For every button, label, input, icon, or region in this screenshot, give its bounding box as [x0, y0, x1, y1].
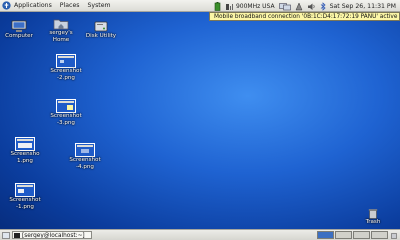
desktop-icon-computer[interactable]: Computer — [0, 20, 38, 40]
system-menu[interactable]: System — [87, 2, 110, 9]
network-manager-icon[interactable] — [278, 2, 291, 11]
network-tooltip: Mobile broadband connection '0B:1C:D4:17… — [209, 12, 400, 21]
image-thumbnail-icon — [75, 143, 95, 157]
image-thumbnail-icon — [15, 183, 35, 197]
network-label: 900MHz USA — [235, 2, 275, 10]
volume-icon[interactable] — [307, 2, 316, 11]
top-panel: Applications Places System 900MHz USA Sa… — [0, 0, 400, 12]
workspace-2[interactable] — [335, 231, 352, 239]
desktop-icon-label: Screenshot -1.png — [9, 197, 41, 210]
desktop-icon-trash[interactable]: Trash — [358, 208, 388, 226]
home-folder-icon — [53, 19, 69, 30]
bluetooth-icon[interactable] — [320, 1, 326, 11]
desktop-icon-screenshot-1[interactable]: Screenshot -1.png — [6, 183, 44, 210]
desktop-icon-home[interactable]: sergey's Home — [42, 17, 80, 43]
workspace-4[interactable] — [371, 231, 388, 239]
image-thumbnail-icon — [56, 54, 76, 68]
workspace-3[interactable] — [353, 231, 370, 239]
bottom-panel: [sergey@localhost:~] — [0, 229, 400, 240]
image-thumbnail-icon — [15, 137, 35, 151]
system-tray: 900MHz USA Sat Sep 26, 11:31 PM — [210, 0, 400, 12]
terminal-icon — [14, 233, 20, 238]
trash-icon — [368, 209, 378, 219]
desktop-icon-screenshot-3[interactable]: Screenshot -3.png — [47, 99, 85, 126]
desktop-icon-label: Screenshot -3.png — [50, 113, 82, 126]
mobile-broadband-icon[interactable] — [225, 2, 234, 11]
places-menu[interactable]: Places — [60, 2, 80, 9]
image-thumbnail-icon — [56, 99, 76, 113]
taskbar-terminal-button[interactable]: [sergey@localhost:~] — [12, 231, 92, 239]
applications-menu[interactable]: Applications — [14, 2, 52, 9]
trash-applet-icon[interactable] — [390, 232, 398, 239]
desktop-icon-label: Disk Utility — [85, 33, 117, 39]
show-desktop-icon[interactable] — [2, 231, 10, 239]
desktop-icon-screenshot-4[interactable]: Screenshot -4.png — [66, 143, 104, 170]
desktop-icon-screenshot-1-trunc[interactable]: Screensho 1.png — [6, 137, 44, 164]
desktop-icon-label: Screenshot -2.png — [50, 68, 82, 81]
desktop-icon-label: sergey's Home — [49, 30, 73, 43]
desktop-icon-screenshot-2[interactable]: Screenshot -2.png — [47, 54, 85, 81]
desktop-icon-disk-utility[interactable]: Disk Utility — [82, 20, 120, 40]
battery-icon[interactable] — [214, 1, 221, 11]
clock[interactable]: Sat Sep 26, 11:31 PM — [330, 3, 396, 10]
desktop-icon-label: Computer — [5, 33, 33, 39]
desktop-icon-label: Screensho 1.png — [10, 151, 40, 164]
desktop-icon-label: Screenshot -4.png — [69, 157, 101, 170]
disk-utility-icon — [94, 21, 108, 32]
fedora-logo-icon[interactable] — [2, 1, 11, 10]
wireless-signal-icon[interactable] — [295, 1, 303, 11]
workspace-1[interactable] — [317, 231, 334, 239]
taskbar-terminal-label: [sergey@localhost:~] — [22, 233, 85, 239]
computer-icon — [11, 20, 27, 32]
desktop-icon-label: Trash — [365, 219, 381, 225]
